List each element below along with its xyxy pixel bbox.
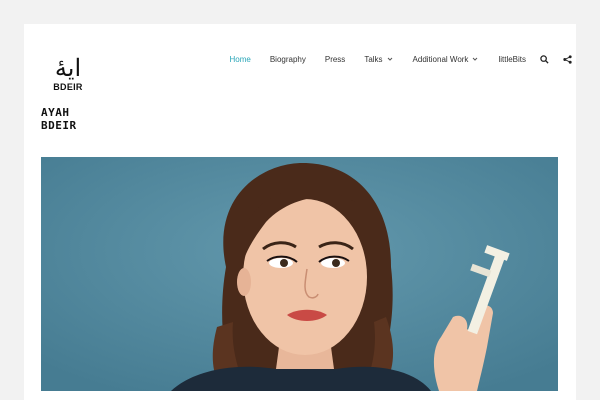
nav-item-label: Talks — [364, 54, 383, 64]
nav-item-talks[interactable]: Talks — [364, 55, 393, 64]
site-title-line1: AYAH — [41, 106, 70, 119]
page-card: ايهٔ BDEIR AYAH BDEIR Home Biography Pre… — [24, 24, 576, 400]
nav-item-label: Press — [324, 54, 346, 64]
nav-item-label: Additional Work — [412, 54, 469, 64]
nav-item-press[interactable]: Press — [325, 55, 345, 64]
logo-arabic-mark: ايهٔ — [54, 54, 82, 82]
nav-item-home[interactable]: Home — [229, 55, 250, 64]
search-icon[interactable] — [540, 54, 549, 64]
portrait-illustration — [41, 157, 558, 391]
nav-item-additional-work[interactable]: Additional Work — [413, 55, 480, 64]
main-nav: Home Biography Press Talks Additional Wo… — [210, 52, 572, 66]
nav-item-littlebits[interactable]: littleBits — [498, 55, 526, 64]
nav-item-label: Biography — [269, 54, 306, 64]
nav-item-biography[interactable]: Biography — [270, 55, 306, 64]
chevron-down-icon — [387, 57, 392, 61]
nav-item-label: Home — [229, 54, 251, 64]
chevron-down-icon — [473, 57, 478, 61]
site-logo[interactable]: ايهٔ BDEIR — [41, 52, 95, 100]
site-title-line2: BDEIR — [41, 119, 77, 132]
logo-subtitle: BDEIR — [53, 82, 83, 92]
nav-item-label: littleBits — [498, 54, 526, 64]
hero-portrait-photo — [41, 157, 558, 391]
site-title[interactable]: AYAH BDEIR — [41, 106, 101, 132]
share-icon[interactable] — [563, 54, 572, 64]
